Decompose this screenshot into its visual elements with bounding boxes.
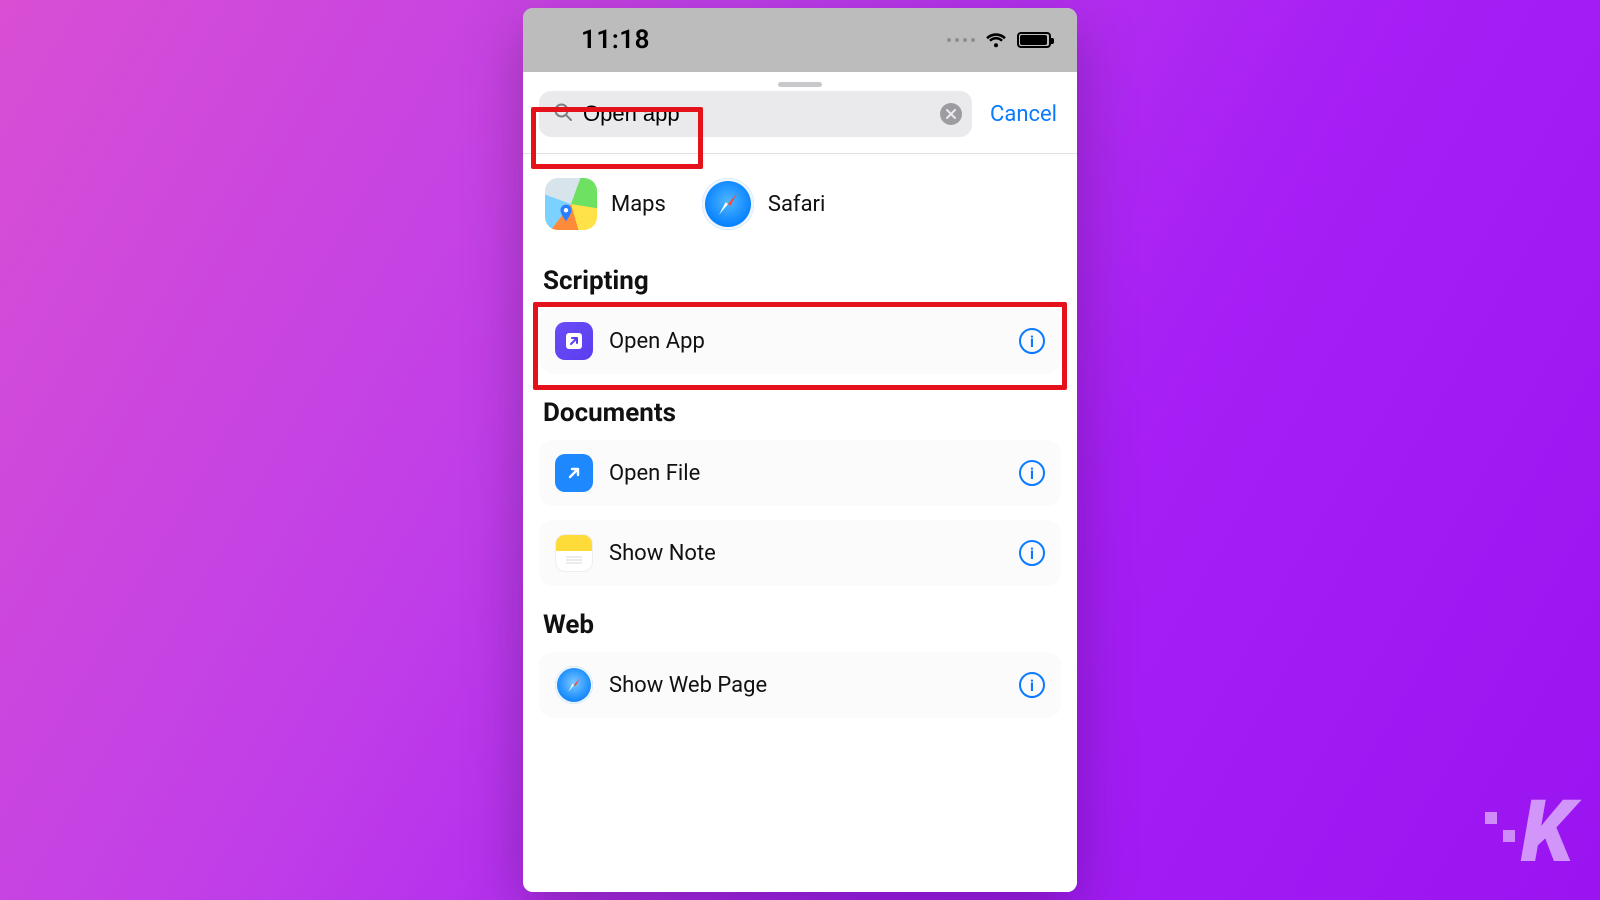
info-button[interactable]: i: [1019, 328, 1045, 354]
status-bar: 11:18: [523, 8, 1077, 72]
clear-search-button[interactable]: [940, 103, 962, 125]
info-button[interactable]: i: [1019, 540, 1045, 566]
app-suggestions: Maps Safari: [539, 154, 1061, 258]
action-open-file[interactable]: Open File i: [539, 440, 1061, 506]
suggestion-label: Safari: [768, 192, 825, 217]
safari-action-icon: [555, 666, 593, 704]
more-dots-icon: [947, 38, 975, 42]
action-title: Show Note: [609, 541, 1003, 566]
action-show-note[interactable]: Show Note i: [539, 520, 1061, 586]
search-input[interactable]: [583, 101, 928, 127]
watermark-letter: K: [1521, 781, 1572, 882]
suggestion-maps[interactable]: Maps: [545, 178, 666, 230]
search-row: Cancel: [523, 91, 1077, 151]
action-title: Show Web Page: [609, 673, 1003, 698]
action-show-web-page[interactable]: Show Web Page i: [539, 652, 1061, 718]
maps-app-icon: [545, 178, 597, 230]
open-file-icon: [555, 454, 593, 492]
search-sheet: Cancel Maps Safari: [523, 72, 1077, 892]
info-button[interactable]: i: [1019, 460, 1045, 486]
open-app-icon: [555, 322, 593, 360]
search-icon: [553, 102, 573, 126]
action-title: Open File: [609, 461, 1003, 486]
action-title: Open App: [609, 329, 1003, 354]
status-time: 11:18: [581, 25, 650, 55]
wallpaper: 11:18: [0, 0, 1600, 900]
section-title-documents: Documents: [543, 398, 1061, 428]
suggestion-safari[interactable]: Safari: [702, 178, 825, 230]
battery-icon: [1017, 32, 1051, 48]
action-open-app[interactable]: Open App i: [539, 308, 1061, 374]
notes-app-icon: [555, 534, 593, 572]
section-title-web: Web: [543, 610, 1061, 640]
phone-frame: 11:18: [523, 8, 1077, 892]
wifi-icon: [985, 32, 1007, 48]
sheet-grabber[interactable]: [778, 82, 822, 87]
results-content: Maps Safari Scripting: [523, 154, 1077, 718]
safari-app-icon: [702, 178, 754, 230]
section-title-scripting: Scripting: [543, 266, 1061, 296]
watermark: K: [1485, 781, 1572, 882]
status-icons: [947, 32, 1051, 48]
cancel-button[interactable]: Cancel: [986, 102, 1061, 127]
suggestion-label: Maps: [611, 192, 666, 217]
search-field[interactable]: [539, 91, 972, 137]
info-button[interactable]: i: [1019, 672, 1045, 698]
